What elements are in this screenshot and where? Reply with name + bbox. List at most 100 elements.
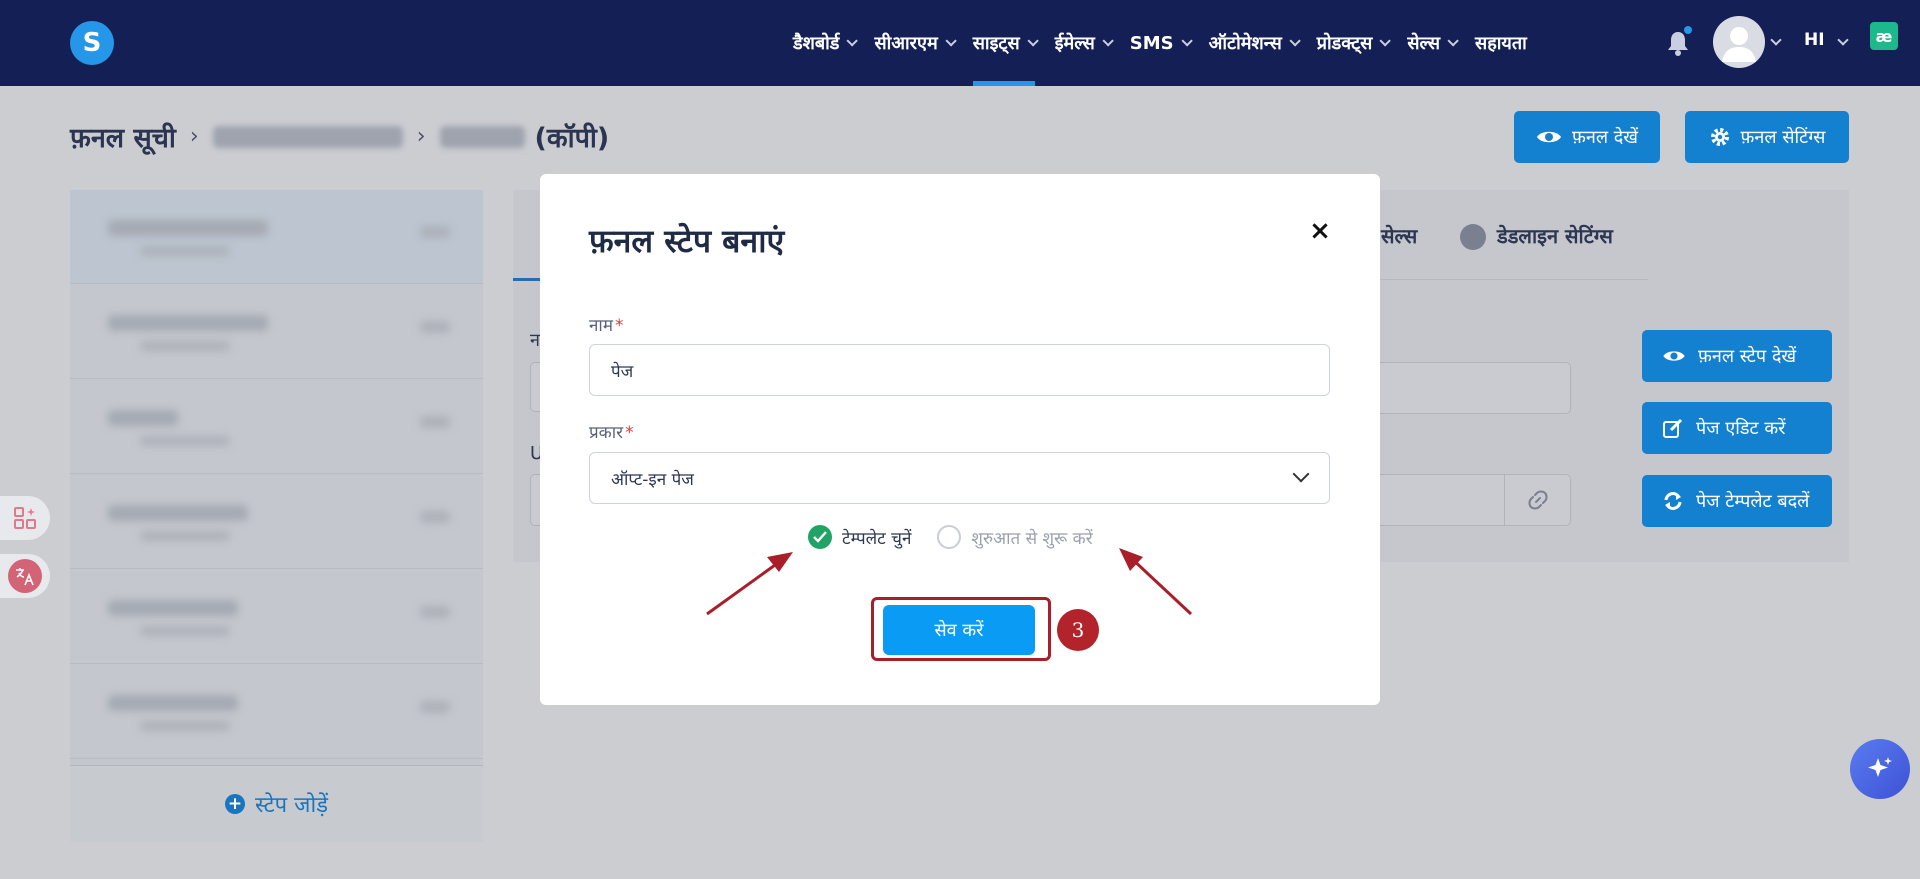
extension-glyph: æ xyxy=(1875,26,1893,46)
chevron-down-icon xyxy=(1379,35,1392,47)
nav-label: SMS xyxy=(1129,32,1174,54)
step-action-redacted xyxy=(420,511,450,523)
step-name-redacted xyxy=(108,410,178,426)
funnel-settings-button[interactable]: फ़नल सेटिंग्स xyxy=(1685,111,1849,163)
translate-float-button[interactable] xyxy=(0,554,50,598)
language-selector[interactable]: HI xyxy=(1804,30,1825,50)
step-meta-redacted xyxy=(140,531,230,541)
step-action-redacted xyxy=(420,606,450,618)
step-item[interactable] xyxy=(70,475,483,569)
clock-icon xyxy=(1460,224,1486,250)
step-item[interactable] xyxy=(70,190,483,284)
save-button[interactable]: सेव करें xyxy=(883,605,1035,655)
top-navbar: S डैशबोर्ड सीआरएम साइट्स ईमेल्स SMS ऑटोम… xyxy=(0,0,1920,86)
step-action-redacted xyxy=(420,226,450,238)
edit-page-button[interactable]: पेज एडिट करें xyxy=(1642,402,1832,454)
type-select-value: ऑप्ट-इन पेज xyxy=(611,469,694,490)
chevron-down-icon[interactable] xyxy=(1837,34,1849,46)
breadcrumb-funnel-redacted[interactable] xyxy=(212,125,403,148)
url-field-bg-right[interactable] xyxy=(1380,474,1505,526)
nav-item-automations[interactable]: ऑटोमेशन्स xyxy=(1208,0,1301,86)
tab-deadline-settings[interactable]: डेडलाइन सेटिंग्स xyxy=(1497,222,1613,249)
required-mark: * xyxy=(625,423,634,443)
extension-icon[interactable]: æ xyxy=(1870,22,1898,50)
field-label-name: न xyxy=(530,330,540,351)
label-text: प्रकार xyxy=(589,423,624,443)
refresh-icon xyxy=(1664,492,1682,510)
chevron-down-icon xyxy=(1102,35,1114,47)
edit-icon xyxy=(1663,418,1683,438)
copy-link-button[interactable] xyxy=(1504,474,1571,526)
button-label: पेज एडिट करें xyxy=(1696,418,1786,439)
tab-sales[interactable]: सेल्स xyxy=(1381,222,1417,249)
nav-item-sites[interactable]: साइट्स xyxy=(972,0,1039,86)
step-meta-redacted xyxy=(140,436,230,446)
annotation-step-badge: 3 xyxy=(1057,609,1099,651)
check-circle-icon xyxy=(808,525,832,549)
nav-label: प्रोडक्ट्स xyxy=(1316,33,1373,54)
breadcrumb-root[interactable]: फ़नल सूची xyxy=(70,118,176,155)
required-mark: * xyxy=(615,316,624,336)
chevron-down-icon xyxy=(846,35,859,47)
nav-item-dashboard[interactable]: डैशबोर्ड xyxy=(793,0,859,86)
main-menu: डैशबोर्ड सीआरएम साइट्स ईमेल्स SMS ऑटोमेश… xyxy=(793,0,1547,86)
breadcrumb-current-suffix: (कॉपी) xyxy=(534,123,610,154)
nav-item-help[interactable]: सहायता xyxy=(1475,0,1527,86)
nav-item-sales[interactable]: सेल्स xyxy=(1407,0,1459,86)
translate-icon xyxy=(8,559,42,593)
step-item[interactable] xyxy=(70,380,483,474)
name-input[interactable]: पेज xyxy=(589,344,1330,396)
template-mode-radio-group: टेम्पलेट चुनें शुरुआत से शुरू करें xyxy=(808,525,1119,549)
nav-label: सीआरएम xyxy=(874,33,938,54)
funnel-steps-panel xyxy=(70,190,483,842)
radio-start-from-scratch[interactable]: शुरुआत से शुरू करें xyxy=(937,525,1093,549)
nav-item-products[interactable]: प्रोडक्ट्स xyxy=(1316,0,1392,86)
chevron-down-icon[interactable] xyxy=(1770,34,1782,46)
nav-label: ऑटोमेशन्स xyxy=(1208,33,1282,54)
chevron-down-icon xyxy=(945,35,957,47)
radio-choose-template[interactable]: टेम्पलेट चुनें xyxy=(808,525,911,549)
gear-icon xyxy=(1710,128,1729,146)
app-logo[interactable]: S xyxy=(70,21,114,65)
widgets-float-button[interactable] xyxy=(0,496,50,540)
eye-icon xyxy=(1663,351,1685,361)
chevron-right-icon: › xyxy=(189,124,199,149)
view-funnel-button[interactable]: फ़नल देखें xyxy=(1514,111,1660,163)
step-name-redacted xyxy=(108,600,238,616)
name-field-bg-right[interactable] xyxy=(1380,362,1571,414)
add-step-button[interactable]: + स्टेप जोड़ें xyxy=(70,765,483,842)
view-funnel-step-button[interactable]: फ़नल स्टेप देखें xyxy=(1642,330,1832,382)
chevron-down-icon xyxy=(1292,465,1310,483)
breadcrumb-step-redacted xyxy=(439,125,525,148)
step-meta-redacted xyxy=(140,626,230,636)
button-label: फ़नल देखें xyxy=(1571,127,1639,148)
chevron-down-icon xyxy=(1447,35,1459,47)
add-step-label: स्टेप जोड़ें xyxy=(255,793,328,818)
radio-empty-icon xyxy=(937,525,962,549)
breadcrumb: फ़नल सूची › › (कॉपी) xyxy=(70,118,609,155)
nav-label: सहायता xyxy=(1475,33,1527,54)
nav-item-crm[interactable]: सीआरएम xyxy=(874,0,957,86)
ai-assistant-button[interactable] xyxy=(1850,739,1910,799)
step-item[interactable] xyxy=(70,665,483,759)
step-name-redacted xyxy=(108,695,238,711)
step-item[interactable] xyxy=(70,570,483,664)
nav-label: सेल्स xyxy=(1407,33,1441,54)
type-select[interactable]: ऑप्ट-इन पेज xyxy=(589,452,1330,504)
label-text: नाम xyxy=(589,316,614,336)
step-item[interactable] xyxy=(70,285,483,379)
nav-item-emails[interactable]: ईमेल्स xyxy=(1055,0,1114,86)
step-action-redacted xyxy=(420,321,450,333)
logo-letter: S xyxy=(82,28,102,58)
step-name-redacted xyxy=(108,315,268,331)
change-page-template-button[interactable]: पेज टेम्पलेट बदलें xyxy=(1642,475,1832,527)
avatar[interactable] xyxy=(1713,16,1765,68)
link-icon xyxy=(1528,490,1547,510)
close-icon[interactable]: × xyxy=(1308,218,1332,244)
name-label: नाम * xyxy=(589,313,624,336)
step-meta-redacted xyxy=(140,721,230,731)
nav-item-sms[interactable]: SMS xyxy=(1129,0,1193,86)
step-meta-redacted xyxy=(140,246,230,256)
chevron-down-icon xyxy=(1027,35,1039,47)
step-meta-redacted xyxy=(140,341,230,351)
